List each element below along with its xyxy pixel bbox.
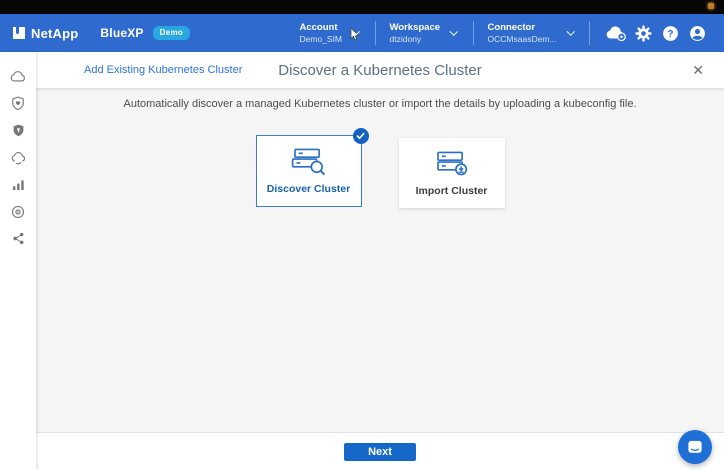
chevron-down-icon bbox=[566, 27, 575, 36]
bluexp-wordmark: BlueXP bbox=[100, 26, 144, 40]
app-body: Add Existing Kubernetes Cluster Discover… bbox=[0, 52, 724, 470]
settings-gear-icon[interactable] bbox=[630, 20, 656, 46]
connector-menu-label: Connector bbox=[487, 21, 536, 33]
connector-menu-value: OCCMsaasDem... bbox=[487, 33, 557, 44]
app-header: NetApp BlueXP Demo Account Demo_SIM Work… bbox=[0, 14, 724, 52]
chat-bubble-icon bbox=[688, 440, 702, 453]
sidebar-item-mobility[interactable] bbox=[5, 144, 31, 171]
extensions-share-icon bbox=[12, 232, 23, 245]
analysis-bars-icon bbox=[12, 179, 24, 190]
cluster-search-icon bbox=[291, 148, 325, 175]
close-icon[interactable]: ✕ bbox=[692, 52, 704, 88]
mobility-cloud-icon bbox=[11, 151, 25, 164]
recording-indicator-dot bbox=[708, 3, 714, 9]
demo-badge: Demo bbox=[152, 26, 191, 40]
header-controls: Account Demo_SIM Workspace dtzidony Conn… bbox=[298, 20, 711, 46]
connector-menu[interactable]: Connector OCCMsaasDem... bbox=[486, 22, 577, 45]
wizard-panel: Add Existing Kubernetes Cluster Discover… bbox=[36, 52, 724, 470]
netapp-wordmark: NetApp bbox=[31, 25, 79, 41]
workspace-menu[interactable]: Workspace dtzidony bbox=[388, 22, 461, 45]
window-titlebar bbox=[0, 0, 724, 14]
next-button[interactable]: Next bbox=[344, 442, 416, 461]
sidebar-item-analysis[interactable] bbox=[5, 171, 31, 198]
help-icon[interactable]: ? bbox=[657, 20, 683, 46]
sidebar-item-protection[interactable] bbox=[5, 117, 31, 144]
health-shield-icon bbox=[12, 96, 24, 111]
account-menu-label: Account bbox=[299, 21, 338, 33]
bluexp-app: NetApp BlueXP Demo Account Demo_SIM Work… bbox=[0, 0, 724, 470]
divider bbox=[374, 21, 376, 45]
discover-cluster-label: Discover Cluster bbox=[266, 182, 351, 195]
storage-icon bbox=[10, 71, 25, 82]
netapp-logo-icon bbox=[13, 27, 25, 39]
wizard-content: Automatically discover a managed Kuberne… bbox=[36, 88, 724, 433]
wizard-header: Add Existing Kubernetes Cluster Discover… bbox=[36, 52, 724, 88]
workspace-menu-value: dtzidony bbox=[389, 33, 422, 44]
user-account-icon[interactable] bbox=[684, 20, 710, 46]
sidebar-item-control[interactable] bbox=[5, 198, 31, 225]
notifications-cloud-icon[interactable] bbox=[603, 20, 629, 46]
cluster-import-icon bbox=[436, 151, 467, 175]
sidebar-item-storage[interactable] bbox=[5, 63, 31, 90]
discover-cluster-card[interactable]: Discover Cluster bbox=[255, 128, 369, 207]
import-cluster-label: Import Cluster bbox=[415, 184, 488, 197]
sidebar-item-extensions[interactable] bbox=[5, 225, 31, 252]
chevron-down-icon bbox=[449, 27, 458, 36]
selected-check-icon bbox=[352, 128, 369, 144]
chat-support-button[interactable] bbox=[678, 430, 712, 464]
sidebar-item-health[interactable] bbox=[5, 90, 31, 117]
wizard-footer: Next bbox=[36, 433, 724, 470]
workspace-menu-label: Workspace bbox=[389, 21, 441, 33]
divider bbox=[589, 21, 590, 45]
svg-text:?: ? bbox=[667, 28, 673, 39]
wizard-description: Automatically discover a managed Kuberne… bbox=[123, 98, 637, 110]
brand: NetApp BlueXP Demo bbox=[13, 25, 191, 41]
control-icon bbox=[11, 205, 25, 218]
divider bbox=[472, 21, 474, 45]
account-menu-value: Demo_SIM bbox=[299, 33, 343, 44]
import-cluster-card[interactable]: Import Cluster bbox=[398, 138, 505, 208]
cluster-option-cards: Discover Cluster Import Cluster bbox=[36, 128, 724, 208]
category-sidebar bbox=[0, 52, 36, 470]
wizard-breadcrumb: Add Existing Kubernetes Cluster bbox=[84, 64, 243, 76]
protection-shield-icon bbox=[13, 124, 23, 137]
